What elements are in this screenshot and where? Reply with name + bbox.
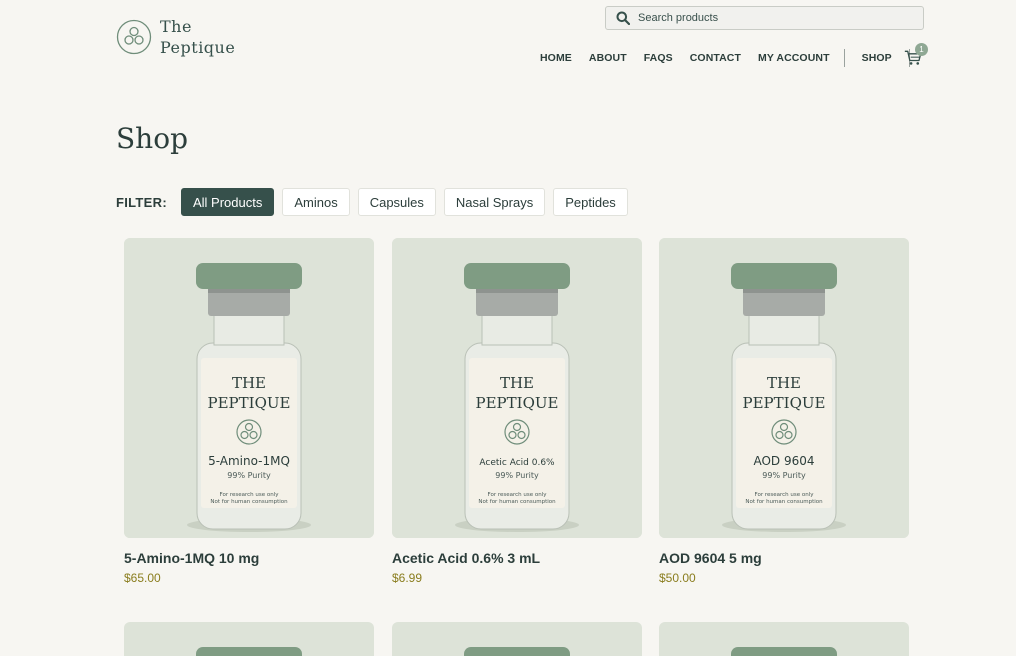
nav-divider [843,49,845,67]
nav-about[interactable]: ABOUT [589,52,627,64]
search-bar[interactable] [605,6,924,30]
product-card-partial[interactable] [392,622,642,656]
product-card-partial[interactable] [124,622,374,656]
product-card[interactable]: THE PEPTIQUE Acetic Acid 0.6% 99% Purity… [392,238,642,585]
brand-line-1: The [160,17,192,36]
product-price: $50.00 [659,571,696,585]
label-product-name: Acetic Acid 0.6% [479,458,555,468]
product-image[interactable] [659,622,909,656]
label-purity: 99% Purity [227,471,271,480]
label-brand-line-1: THE [767,374,801,392]
filter-capsules[interactable]: Capsules [357,188,436,216]
nav-faqs[interactable]: FAQS [644,52,673,64]
product-name[interactable]: 5-Amino-1MQ 10 mg [124,550,374,566]
label-note-2: Not for human consumption [745,499,823,505]
cart-count-badge: 1 [915,43,928,56]
product-price: $6.99 [392,571,423,585]
brand-name: The Peptique [160,16,235,58]
filter-all-products[interactable]: All Products [180,188,275,216]
nav-my-account[interactable]: MY ACCOUNT [758,52,830,64]
product-card[interactable]: THE PEPTIQUE 5-Amino-1MQ 99% Purity For … [124,238,374,585]
label-brand-line-2: PEPTIQUE [476,394,559,412]
page-title: Shop [116,122,188,155]
label-product-name: 5-Amino-1MQ [208,454,290,468]
nav-contact[interactable]: CONTACT [690,52,741,64]
product-name[interactable]: AOD 9604 5 mg [659,550,909,566]
filter-peptides[interactable]: Peptides [553,188,628,216]
label-note-1: For research use only [487,492,547,498]
label-product-name: AOD 9604 [753,454,814,468]
product-image[interactable] [124,622,374,656]
label-note-2: Not for human consumption [478,499,556,505]
nav-shop[interactable]: SHOP [862,52,892,64]
filter-aminos[interactable]: Aminos [282,188,350,216]
label-brand-line-2: PEPTIQUE [208,394,291,412]
search-input[interactable] [638,12,898,24]
product-name[interactable]: Acetic Acid 0.6% 3 mL [392,550,642,566]
product-card[interactable]: THE PEPTIQUE AOD 9604 99% Purity For res… [659,238,909,585]
product-image[interactable]: THE PEPTIQUE 5-Amino-1MQ 99% Purity For … [124,238,374,538]
product-image[interactable] [392,622,642,656]
product-card-partial[interactable] [659,622,909,656]
label-brand-line-1: THE [232,374,266,392]
product-image[interactable]: THE PEPTIQUE Acetic Acid 0.6% 99% Purity… [392,238,642,538]
filter-nasal-sprays[interactable]: Nasal Sprays [443,188,546,216]
filter-label: FILTER: [116,194,167,210]
label-brand-line-1: THE [500,374,534,392]
brand-line-2: Peptique [160,38,236,57]
label-note-1: For research use only [754,492,814,498]
label-note-2: Not for human consumption [210,499,288,505]
product-price: $65.00 [124,571,161,585]
cart-button[interactable]: 1 [904,43,928,66]
label-purity: 99% Purity [762,471,806,480]
search-icon [616,11,630,25]
label-note-1: For research use only [219,492,279,498]
label-brand-line-2: PEPTIQUE [743,394,826,412]
brand-logo[interactable]: The Peptique [116,16,235,58]
logo-mark-icon [116,19,152,55]
main-nav: HOME ABOUT FAQS CONTACT MY ACCOUNT SHOP [540,49,910,67]
filter-bar: FILTER: All Products Aminos Capsules Nas… [116,188,636,216]
label-purity: 99% Purity [495,471,539,480]
nav-home[interactable]: HOME [540,52,572,64]
product-image[interactable]: THE PEPTIQUE AOD 9604 99% Purity For res… [659,238,909,538]
